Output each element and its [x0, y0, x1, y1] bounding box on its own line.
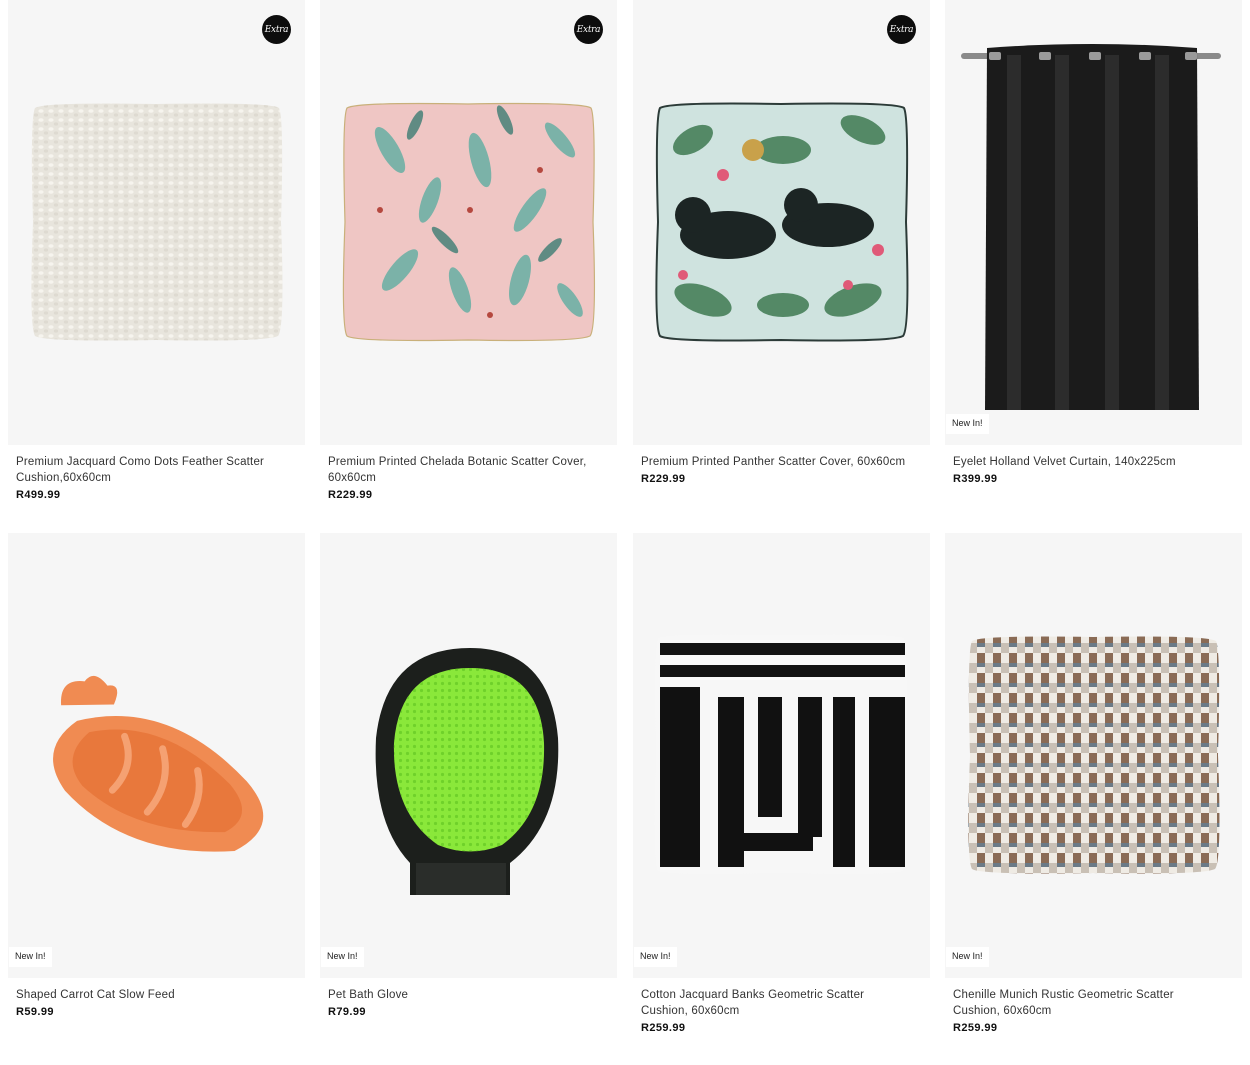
product-price: R229.99	[328, 489, 373, 501]
green-bath-glove-image	[375, 648, 559, 895]
product-image[interactable]: New In!	[633, 533, 930, 978]
extra-badge-icon: Extra	[887, 15, 916, 44]
product-image[interactable]: New In!	[320, 533, 617, 978]
product-name[interactable]: Cotton Jacquard Banks Geometric Scatter …	[641, 987, 911, 1019]
product-price: R259.99	[953, 1022, 998, 1034]
product-image[interactable]: New In!	[945, 0, 1242, 445]
product-price: R59.99	[16, 1006, 54, 1018]
product-price: R399.99	[953, 473, 998, 485]
product-image[interactable]: New In!	[945, 533, 1242, 978]
product-info: Premium Printed Chelada Botanic Scatter …	[328, 454, 598, 501]
product-info: Chenille Munich Rustic Geometric Scatter…	[953, 987, 1223, 1034]
product-price: R229.99	[641, 473, 686, 485]
black-curtain-image	[961, 44, 1221, 410]
product-info: Eyelet Holland Velvet Curtain, 140x225cm…	[953, 454, 1223, 485]
new-in-badge: New In!	[946, 947, 989, 967]
black-white-geometric-cushion-image	[654, 634, 908, 875]
product-name[interactable]: Premium Printed Panther Scatter Cover, 6…	[641, 454, 911, 470]
product-image[interactable]: Extra	[320, 0, 617, 445]
new-in-badge: New In!	[946, 414, 989, 434]
extra-badge-icon: Extra	[574, 15, 603, 44]
product-name[interactable]: Premium Printed Chelada Botanic Scatter …	[328, 454, 598, 486]
product-price: R79.99	[328, 1006, 366, 1018]
panther-cushion-image	[655, 102, 909, 342]
product-info: Cotton Jacquard Banks Geometric Scatter …	[641, 987, 911, 1034]
product-image[interactable]: Extra	[633, 0, 930, 445]
cream-cushion-image	[31, 103, 283, 341]
extra-badge-icon: Extra	[262, 15, 291, 44]
product-name[interactable]: Shaped Carrot Cat Slow Feed	[16, 987, 286, 1003]
product-info: Premium Printed Panther Scatter Cover, 6…	[641, 454, 911, 485]
product-name[interactable]: Pet Bath Glove	[328, 987, 598, 1003]
new-in-badge: New In!	[9, 947, 52, 967]
product-price: R259.99	[641, 1022, 686, 1034]
product-name[interactable]: Chenille Munich Rustic Geometric Scatter…	[953, 987, 1223, 1019]
product-image[interactable]: Extra	[8, 0, 305, 445]
orange-carrot-bowl-image	[53, 675, 264, 852]
product-info: Pet Bath Glove R79.99	[328, 987, 598, 1018]
pink-botanic-cushion-image	[342, 102, 596, 342]
product-info: Premium Jacquard Como Dots Feather Scatt…	[16, 454, 286, 501]
product-image[interactable]: New In!	[8, 533, 305, 978]
brown-checked-cushion-image	[968, 636, 1220, 874]
product-name[interactable]: Eyelet Holland Velvet Curtain, 140x225cm	[953, 454, 1223, 470]
new-in-badge: New In!	[321, 947, 364, 967]
product-price: R499.99	[16, 489, 61, 501]
product-name[interactable]: Premium Jacquard Como Dots Feather Scatt…	[16, 454, 286, 486]
product-info: Shaped Carrot Cat Slow Feed R59.99	[16, 987, 286, 1018]
new-in-badge: New In!	[634, 947, 677, 967]
